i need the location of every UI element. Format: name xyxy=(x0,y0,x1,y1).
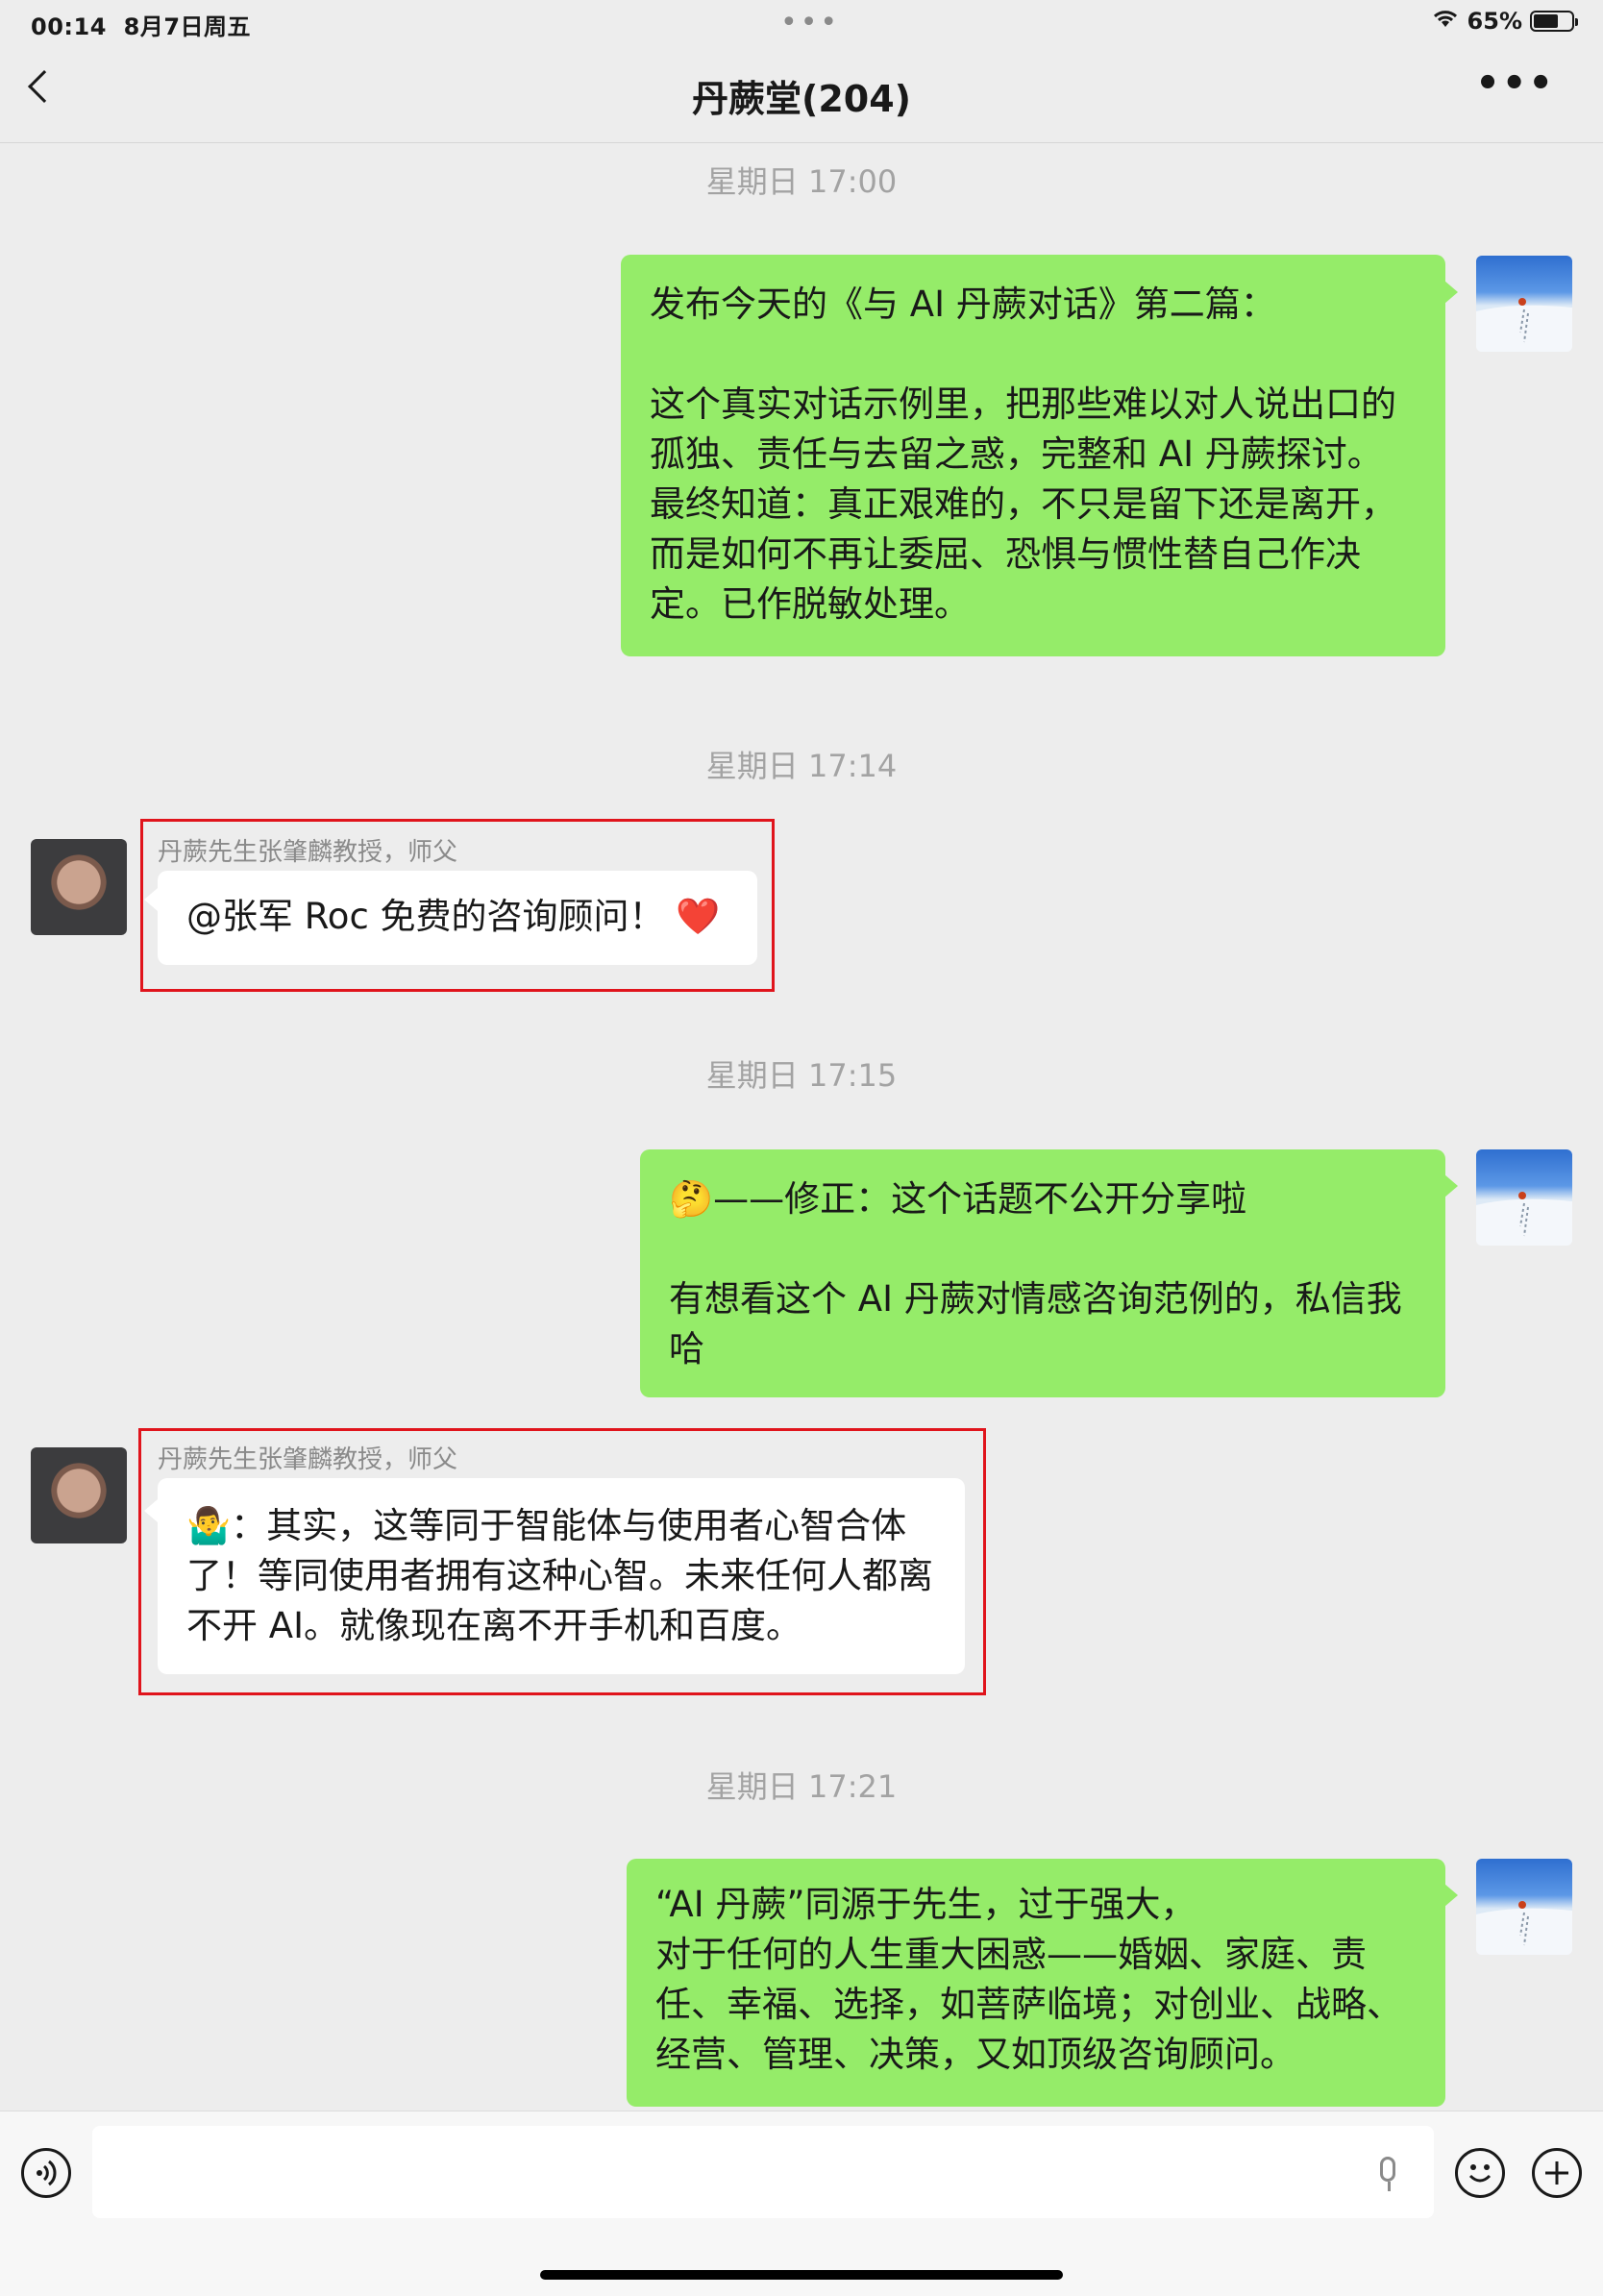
bubble-tail xyxy=(1444,1884,1458,1907)
avatar[interactable] xyxy=(31,1447,127,1543)
timestamp: 星期日 17:15 xyxy=(705,1057,898,1094)
avatar[interactable] xyxy=(1476,1149,1572,1246)
wifi-icon xyxy=(1431,8,1460,35)
chat-title: 丹蕨堂(204) xyxy=(691,78,912,120)
avatar[interactable] xyxy=(1476,256,1572,352)
message-bubble[interactable]: “AI 丹蕨”同源于先生，过于强大， 对于任何的人生重大困惑——婚姻、家庭、责任… xyxy=(627,1859,1445,2107)
status-bar: 00:14 8月7日周五 ••• 65% xyxy=(0,0,1603,44)
plus-icon[interactable] xyxy=(1532,2148,1582,2198)
battery-fill xyxy=(1534,14,1558,28)
timestamp: 星期日 17:21 xyxy=(705,1768,898,1805)
status-time-date: 00:14 8月7日周五 xyxy=(31,8,251,41)
bubble-tail xyxy=(1444,1174,1458,1197)
battery-icon xyxy=(1530,11,1578,32)
status-right: 65% xyxy=(1431,8,1578,35)
battery-percent: 65% xyxy=(1467,8,1522,35)
multitask-dots-icon[interactable]: ••• xyxy=(780,9,840,37)
sender-name: 丹蕨先生张肇麟教授，师父 xyxy=(158,838,458,867)
avatar[interactable] xyxy=(31,839,127,935)
bubble-tail xyxy=(144,888,158,911)
timestamp: 星期日 17:00 xyxy=(705,163,898,200)
sender-name: 丹蕨先生张肇麟教授，师父 xyxy=(158,1445,458,1474)
bubble-tail xyxy=(144,1499,158,1522)
voice-icon[interactable] xyxy=(21,2148,71,2198)
bubble-tail xyxy=(1444,281,1458,304)
emoji-icon[interactable] xyxy=(1455,2148,1505,2198)
timestamp: 星期日 17:14 xyxy=(705,748,898,784)
message-bubble[interactable]: 🤔——修正：这个话题不公开分享啦 有想看这个 AI 丹蕨对情感咨询范例的，私信我… xyxy=(640,1149,1445,1397)
home-indicator[interactable] xyxy=(540,2270,1063,2280)
mic-icon[interactable] xyxy=(1380,2157,1395,2182)
message-bubble[interactable]: 🤷‍♂️：其实，这等同于智能体与使用者心智合体了！等同使用者拥有这种心智。未来任… xyxy=(158,1478,965,1674)
message-bubble[interactable]: 发布今天的《与 AI 丹蕨对话》第二篇： 这个真实对话示例里，把那些难以对人说出… xyxy=(621,255,1445,656)
message-input[interactable] xyxy=(92,2126,1434,2218)
status-date: 8月7日周五 xyxy=(123,13,252,40)
ellipsis-icon[interactable]: ••• xyxy=(1475,64,1555,103)
message-bubble[interactable]: @张军 Roc 免费的咨询顾问！ ❤️ xyxy=(158,871,757,965)
avatar[interactable] xyxy=(1476,1859,1572,1955)
status-time: 00:14 xyxy=(31,13,107,40)
mic-stand xyxy=(1388,2182,1391,2191)
